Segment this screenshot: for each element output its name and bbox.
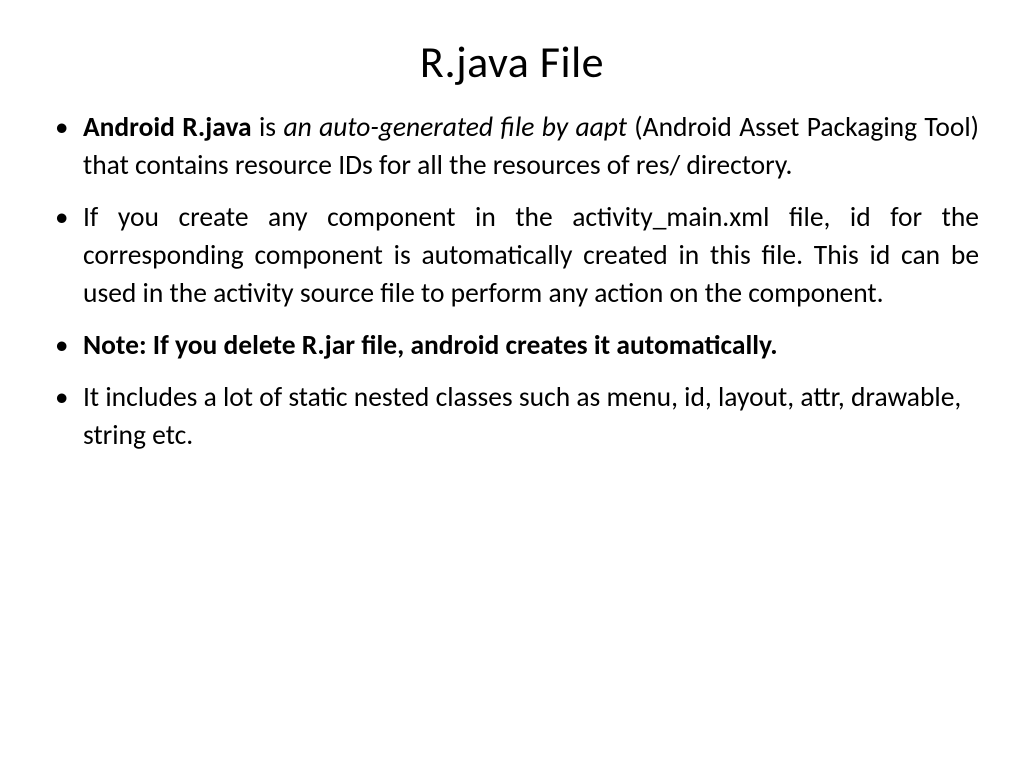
bullet-item-1: Android R.java is an auto-generated file… — [45, 109, 979, 185]
bullet-item-4: It includes a lot of static nested class… — [45, 379, 979, 455]
bullet-list: Android R.java is an auto-generated file… — [45, 109, 979, 455]
bullet-1-text-a: is — [252, 111, 284, 144]
bullet-item-3: Note: If you delete R.jar file, android … — [45, 327, 979, 365]
bullet-item-2: If you create any component in the activ… — [45, 199, 979, 313]
bullet-1-italic: an auto-generated file by aapt — [283, 111, 627, 144]
bullet-3-bold: Note: If you delete R.jar file, android … — [83, 329, 778, 362]
bullet-1-bold: Android R.java — [83, 111, 252, 144]
slide-title: R.java File — [45, 35, 979, 89]
